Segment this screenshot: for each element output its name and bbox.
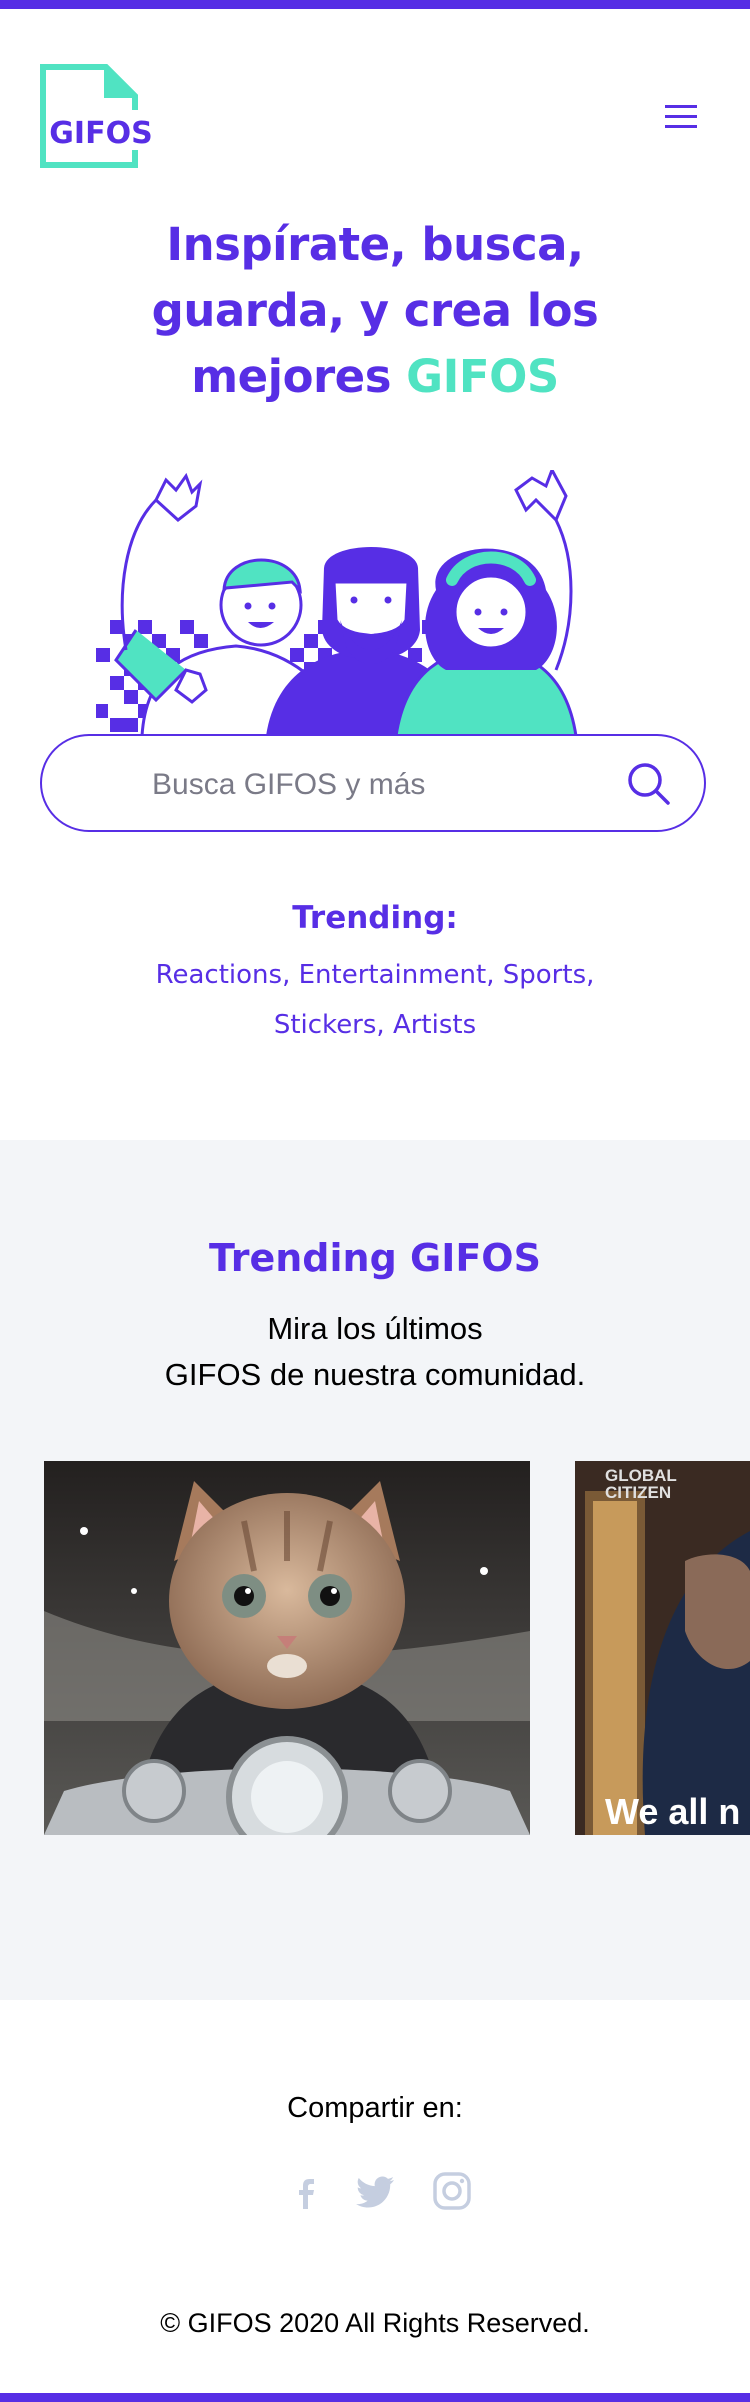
hero-title-accent: GIFOS <box>406 350 559 403</box>
search-icon[interactable] <box>626 761 672 807</box>
trending-term[interactable]: Sports <box>503 960 586 990</box>
subtitle-line-1: Mira los últimos <box>267 1311 483 1346</box>
gif-image-cat <box>44 1461 530 1835</box>
bottom-accent-bar <box>0 2393 750 2402</box>
search-input[interactable] <box>150 760 634 810</box>
logo-text: GIFOS <box>49 116 152 151</box>
hero-illustration <box>96 470 578 736</box>
copyright-text: © GIFOS 2020 All Rights Reserved. <box>160 2308 590 2338</box>
gif-card-global-citizen[interactable]: GLOBAL CITIZEN We all n <box>575 1461 750 1835</box>
hero-title-line-1: Inspírate, busca, <box>166 218 584 271</box>
trending-term[interactable]: Reactions <box>156 960 282 990</box>
trending-gifos-title: Trending GIFOS <box>209 1236 541 1280</box>
top-accent-bar <box>0 0 750 9</box>
gif-image-global-citizen <box>575 1461 750 1835</box>
instagram-icon[interactable] <box>432 2171 472 2211</box>
gif-caption: We all n <box>605 1791 741 1832</box>
facebook-icon[interactable] <box>287 2171 327 2211</box>
trending-term[interactable]: Entertainment <box>299 960 487 990</box>
global-citizen-watermark: GLOBAL CITIZEN <box>605 1466 677 1502</box>
hero-title: Inspírate, busca, guarda, y crea los mej… <box>0 212 750 410</box>
hero-title-line-2: guarda, y crea los <box>151 284 599 337</box>
trending-gifos-subtitle: Mira los últimos GIFOS de nuestra comuni… <box>0 1306 750 1398</box>
trending-term[interactable]: Artists <box>393 1010 476 1040</box>
hero-title-prefix: mejores <box>191 350 407 403</box>
twitter-icon[interactable] <box>356 2171 396 2211</box>
trending-term[interactable]: Stickers <box>274 1010 377 1040</box>
search-bar <box>40 734 706 832</box>
gif-card-cat-motorcycle[interactable] <box>44 1461 530 1835</box>
share-label: Compartir en: <box>287 2092 463 2124</box>
subtitle-line-2: GIFOS de nuestra comunidad. <box>164 1357 586 1392</box>
trending-terms: Reactions, Entertainment, Sports, Sticke… <box>155 960 595 1040</box>
hero-title-line-3: mejores GIFOS <box>0 344 750 410</box>
menu-icon[interactable] <box>664 100 698 134</box>
gifos-logo[interactable]: GIFOS <box>40 64 152 168</box>
trending-label: Trending: <box>292 900 458 936</box>
